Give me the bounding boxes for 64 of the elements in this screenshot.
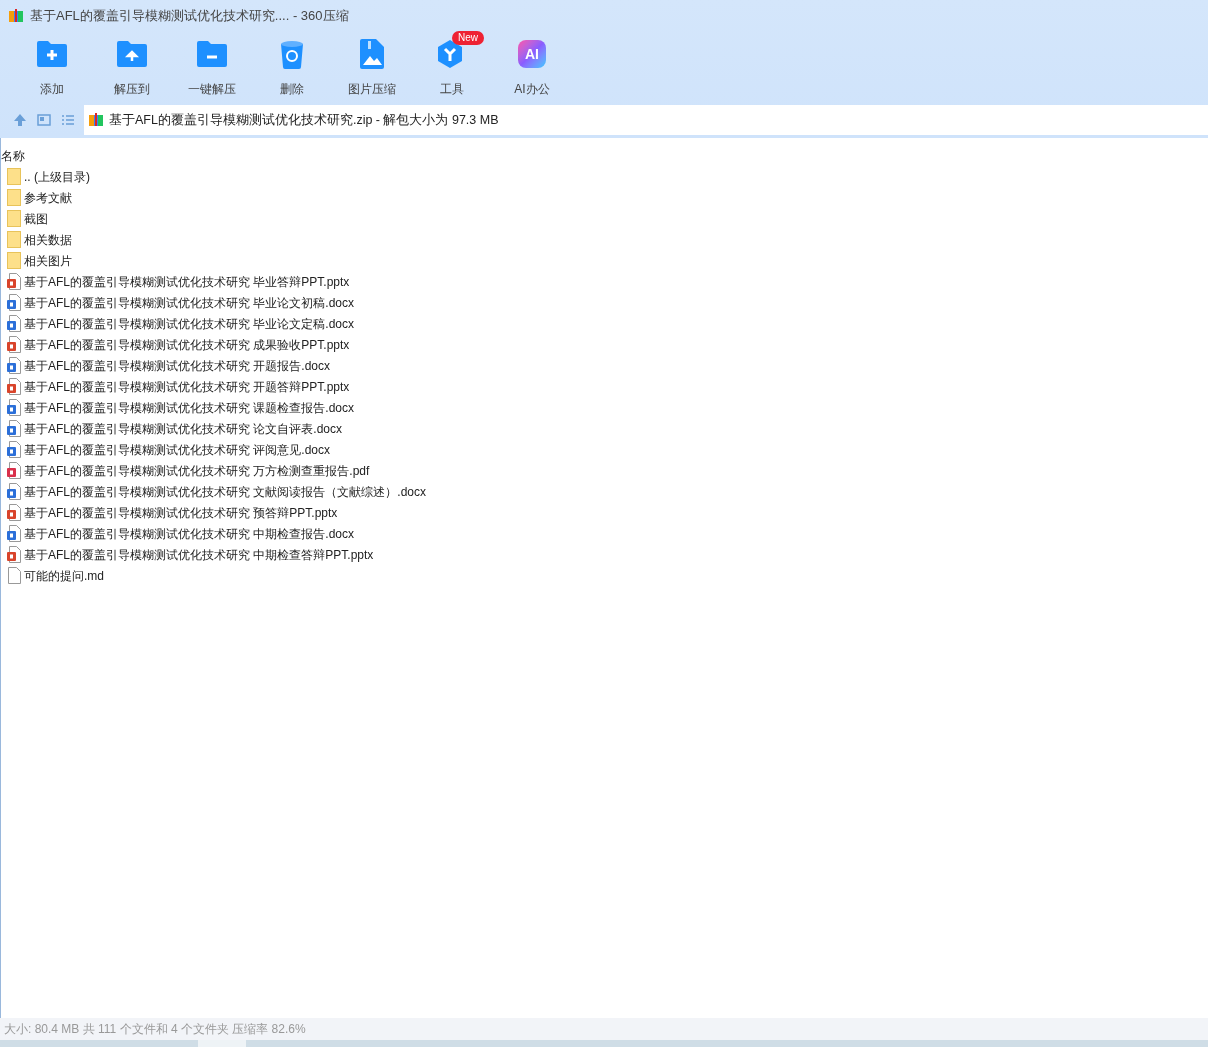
document-file-icon <box>7 420 21 437</box>
column-header[interactable]: 名称 <box>1 147 25 165</box>
folder-plus-icon <box>36 40 68 68</box>
archive-icon <box>8 8 24 24</box>
file-row[interactable]: 基于AFL的覆盖引导模糊测试优化技术研究 课题检查报告.docx <box>1 397 1208 418</box>
presentation-file-icon <box>7 378 21 395</box>
toolbar-button[interactable]: 解压到 <box>92 34 172 98</box>
document-file-icon <box>7 357 21 374</box>
thumbnail-view-icon[interactable] <box>36 112 52 128</box>
document-file-icon <box>7 315 21 332</box>
file-row[interactable]: 相关图片 <box>1 250 1208 271</box>
toolbar-button[interactable]: 删除 <box>252 34 332 98</box>
file-row[interactable]: 可能的提问.md <box>1 565 1208 586</box>
ai-logo-icon: AI <box>518 40 546 68</box>
file-row[interactable]: 基于AFL的覆盖引导模糊测试优化技术研究 预答辩PPT.pptx <box>1 502 1208 523</box>
document-file-icon <box>7 483 21 500</box>
address-bar[interactable]: 基于AFL的覆盖引导模糊测试优化技术研究.zip - 解包大小为 97.3 MB <box>84 105 1208 135</box>
toolbar-button[interactable]: 一键解压 <box>172 34 252 98</box>
file-row[interactable]: 基于AFL的覆盖引导模糊测试优化技术研究 中期检查报告.docx <box>1 523 1208 544</box>
document-file-icon <box>7 399 21 416</box>
archive-icon <box>88 112 104 128</box>
pdf-file-icon <box>7 462 21 479</box>
file-row[interactable]: 相关数据 <box>1 229 1208 250</box>
file-row[interactable]: .. (上级目录) <box>1 166 1208 187</box>
status-text: 大小: 80.4 MB 共 111 个文件和 4 个文件夹 压缩率 82.6% <box>4 1021 306 1038</box>
document-file-icon <box>7 441 21 458</box>
file-row[interactable]: 基于AFL的覆盖引导模糊测试优化技术研究 毕业论文初稿.docx <box>1 292 1208 313</box>
file-row[interactable]: 基于AFL的覆盖引导模糊测试优化技术研究 毕业答辩PPT.pptx <box>1 271 1208 292</box>
window-title: 基于AFL的覆盖引导模糊测试优化技术研究.... - 360压缩 <box>30 7 349 26</box>
image-file-icon <box>359 39 385 69</box>
file-row[interactable]: 基于AFL的覆盖引导模糊测试优化技术研究 毕业论文定稿.docx <box>1 313 1208 334</box>
toolbar-button[interactable]: New 工具 <box>412 34 492 98</box>
document-file-icon <box>7 525 21 542</box>
file-row[interactable]: 基于AFL的覆盖引导模糊测试优化技术研究 文献阅读报告（文献综述）.docx <box>1 481 1208 502</box>
folder-minus-icon <box>196 40 228 68</box>
presentation-file-icon <box>7 504 21 521</box>
presentation-file-icon <box>7 546 21 563</box>
file-row[interactable]: 基于AFL的覆盖引导模糊测试优化技术研究 中期检查答辩PPT.pptx <box>1 544 1208 565</box>
folder-icon <box>7 231 21 248</box>
presentation-file-icon <box>7 273 21 290</box>
file-row[interactable]: 基于AFL的覆盖引导模糊测试优化技术研究 论文自评表.docx <box>1 418 1208 439</box>
file-row[interactable]: 参考文献 <box>1 187 1208 208</box>
presentation-file-icon <box>7 336 21 353</box>
new-badge: New <box>452 31 484 45</box>
folder-upload-icon <box>116 40 148 68</box>
document-file-icon <box>7 294 21 311</box>
list-view-icon[interactable] <box>60 112 76 128</box>
folder-icon <box>7 210 21 227</box>
text-file-icon <box>7 567 21 584</box>
file-row[interactable]: 基于AFL的覆盖引导模糊测试优化技术研究 万方检测查重报告.pdf <box>1 460 1208 481</box>
file-row[interactable]: 截图 <box>1 208 1208 229</box>
file-row[interactable]: 基于AFL的覆盖引导模糊测试优化技术研究 开题报告.docx <box>1 355 1208 376</box>
recycle-bin-icon <box>279 39 305 69</box>
toolbar-button[interactable]: 添加 <box>12 34 92 98</box>
toolbar-button[interactable]: 图片压缩 <box>332 34 412 98</box>
folder-icon <box>7 252 21 269</box>
folder-icon <box>7 189 21 206</box>
horizontal-scrollbar[interactable] <box>0 1040 1208 1047</box>
folder-icon <box>7 168 21 185</box>
up-arrow-icon[interactable] <box>12 112 28 128</box>
file-row[interactable]: 基于AFL的覆盖引导模糊测试优化技术研究 评阅意见.docx <box>1 439 1208 460</box>
file-row[interactable]: 基于AFL的覆盖引导模糊测试优化技术研究 开题答辩PPT.pptx <box>1 376 1208 397</box>
file-row[interactable]: 基于AFL的覆盖引导模糊测试优化技术研究 成果验收PPT.pptx <box>1 334 1208 355</box>
toolbar-button[interactable]: AI AI办公 <box>492 34 572 98</box>
